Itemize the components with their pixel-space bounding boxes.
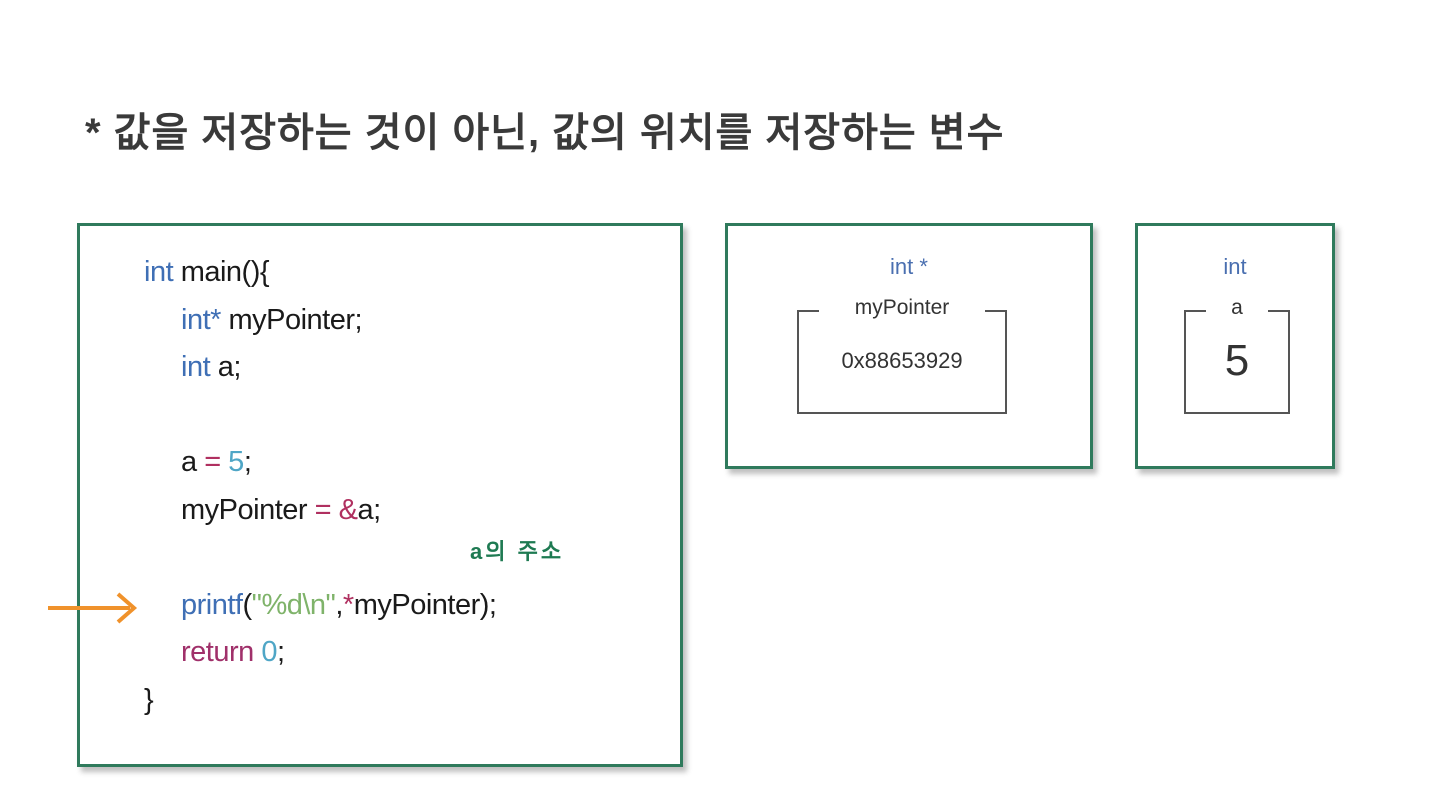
code-token: int: [181, 351, 211, 383]
code-token: (: [242, 589, 252, 621]
slide-title: * 값을 저장하는 것이 아닌, 값의 위치를 저장하는 변수: [85, 111, 1005, 155]
code-token: myPointer: [181, 494, 315, 526]
code-line: }: [144, 684, 154, 717]
arrow-right-icon: [48, 592, 138, 624]
code-token: myPointer;: [220, 304, 363, 336]
code-token: a;: [357, 494, 381, 526]
code-token: int: [144, 256, 174, 288]
code-token: ;: [276, 636, 285, 668]
code-token: &: [331, 494, 358, 526]
code-token: main(){: [173, 256, 270, 288]
code-line: myPointer = &a;: [181, 494, 381, 527]
code-token: a;: [210, 351, 242, 383]
code-token: a: [181, 446, 205, 478]
variable-value: 0x88653929: [841, 348, 963, 373]
code-token: =: [204, 446, 221, 478]
code-line: int main(){: [144, 256, 270, 289]
code-token: printf: [181, 589, 243, 621]
variable-name: myPointer: [854, 296, 950, 319]
variable-value: 5: [1224, 336, 1250, 385]
code-line: printf("%d\n",*myPointer);: [181, 589, 497, 622]
memory-cell: myPointer 0x88653929: [797, 296, 1007, 414]
variable-type: int: [1223, 254, 1247, 279]
variable-type: int *: [890, 254, 928, 279]
address-annotation: a의 주소: [470, 539, 565, 564]
code-token: =: [314, 494, 332, 526]
code-line: return 0;: [181, 636, 285, 669]
code-token: 5: [220, 446, 244, 478]
code-line: int a;: [181, 351, 241, 384]
code-panel: int main(){int* myPointer; int a; a = 5; my…: [77, 223, 683, 767]
code-token: *: [342, 589, 354, 621]
variable-name: a: [1231, 296, 1243, 319]
code-token: ,: [335, 589, 343, 621]
code-line: a = 5;: [181, 446, 252, 479]
code-token: return: [181, 636, 254, 668]
code-token: "%d\n": [251, 589, 336, 621]
code-token: ;: [243, 446, 252, 478]
code-token: 0: [253, 636, 277, 668]
code-token: int*: [181, 304, 221, 336]
code-token: myPointer);: [353, 589, 497, 621]
code-line: int* myPointer;: [181, 304, 363, 337]
memory-cell: a 5: [1184, 296, 1290, 414]
memory-box-mypointer: int * myPointer 0x88653929: [725, 223, 1093, 469]
code-token: }: [144, 684, 154, 716]
memory-box-a: int a 5: [1135, 223, 1335, 469]
